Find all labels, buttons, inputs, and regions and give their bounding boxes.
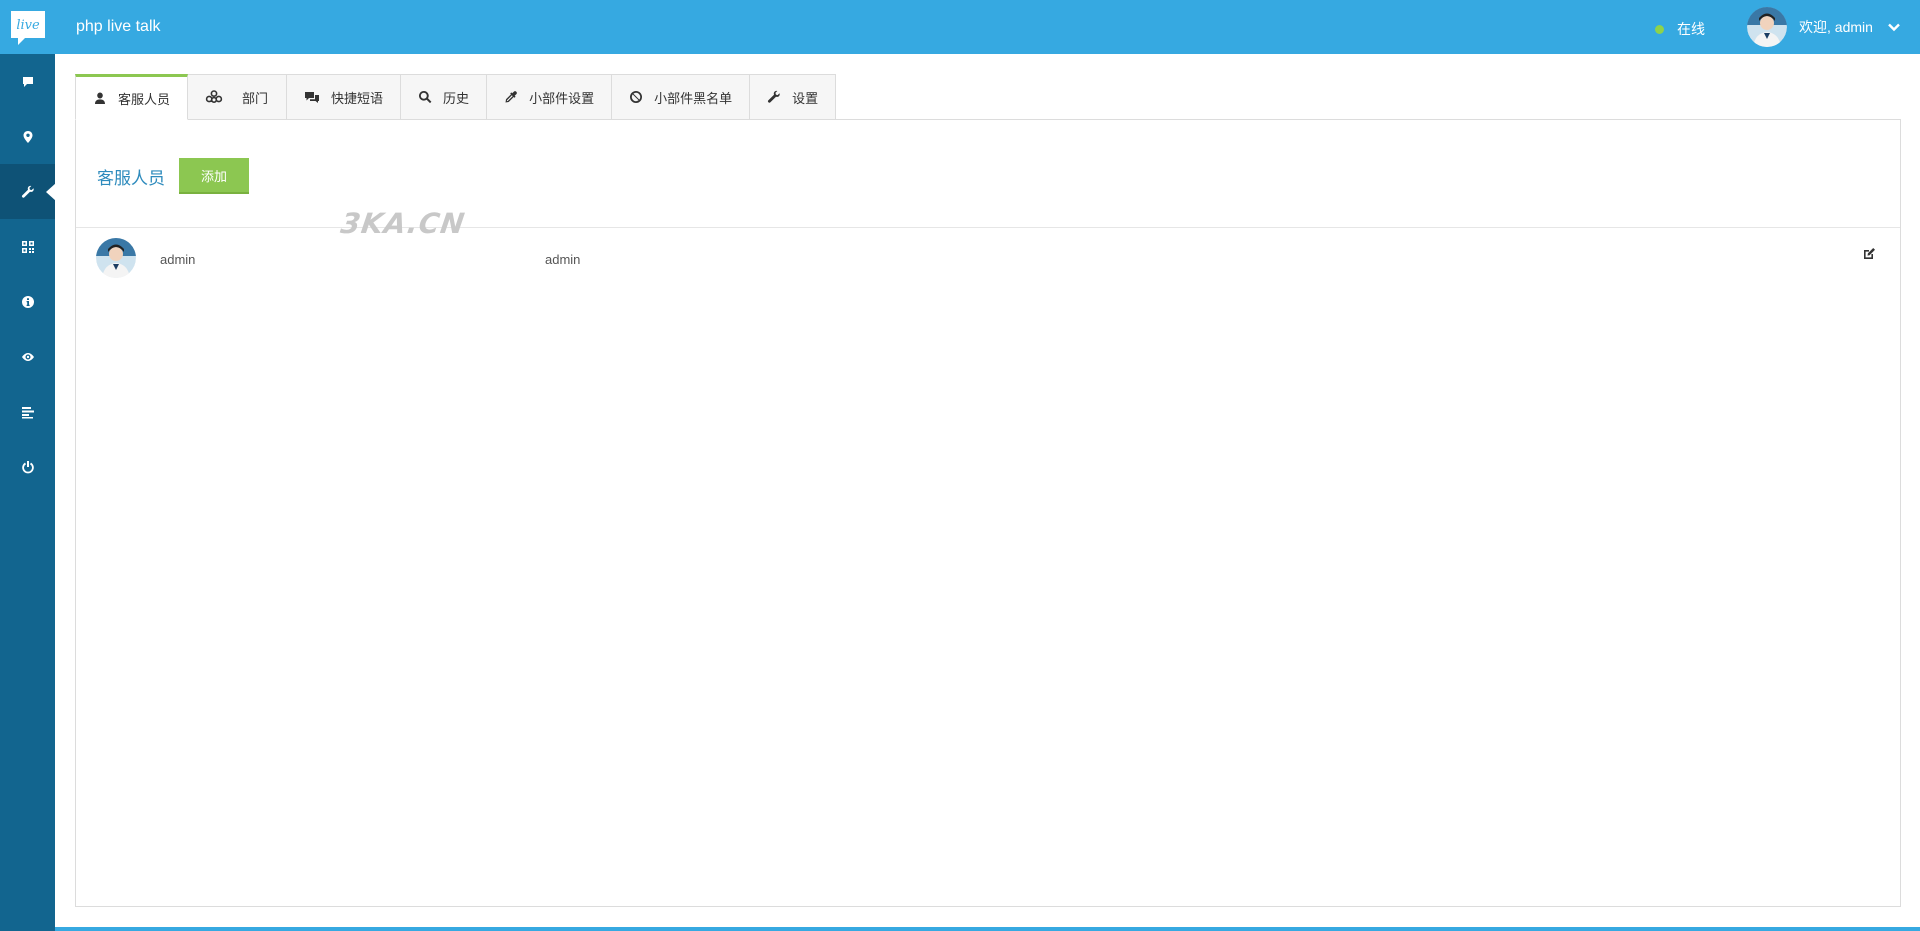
sidebar-item-monitor[interactable] — [0, 329, 55, 384]
comments-icon — [305, 92, 320, 103]
tab-widget-settings[interactable]: 小部件设置 — [486, 74, 613, 120]
tab-label: 客服人员 — [118, 91, 171, 107]
group-icon — [205, 90, 223, 104]
eyedropper-icon — [505, 91, 517, 103]
panel-header: 客服人员 添加 — [97, 158, 249, 194]
status-dot-icon — [1655, 24, 1664, 34]
sidebar-item-settings[interactable] — [0, 164, 56, 219]
sidebar-item-chat[interactable] — [0, 54, 55, 109]
welcome-text: 欢迎, admin — [1799, 19, 1873, 35]
table-row[interactable]: admin admin — [76, 238, 1900, 282]
tab-label: 小部件设置 — [529, 90, 595, 106]
sidebar — [0, 54, 56, 931]
map-marker-icon — [23, 130, 32, 143]
info-icon — [21, 295, 34, 308]
bottom-border — [55, 927, 1920, 931]
sidebar-item-info[interactable] — [0, 274, 55, 329]
user-icon — [95, 92, 105, 104]
search-icon — [419, 90, 432, 104]
online-status[interactable]: 在线 — [1655, 19, 1705, 39]
tab-bar: 客服人员 部门 快捷短语 历史 小部件设置 小部件黑名单 设置 — [75, 74, 837, 120]
sidebar-item-reports[interactable] — [0, 384, 55, 439]
logo[interactable]: live — [9, 8, 47, 46]
top-bar: live php live talk 在线 欢迎, admin — [0, 0, 1920, 54]
tab-label: 小部件黑名单 — [654, 90, 733, 106]
chat-icon — [22, 76, 33, 87]
power-icon — [21, 460, 34, 473]
edit-icon[interactable] — [1862, 247, 1876, 261]
tab-label: 快捷短语 — [331, 90, 384, 106]
tab-settings[interactable]: 设置 — [749, 74, 837, 120]
tab-label: 历史 — [443, 90, 470, 106]
user-menu[interactable]: 欢迎, admin — [1747, 7, 1901, 47]
agent-name: admin — [160, 252, 196, 267]
align-left-icon — [21, 406, 34, 418]
tab-departments[interactable]: 部门 — [187, 74, 288, 120]
app-title: php live talk — [76, 18, 161, 35]
agent-username: admin — [545, 252, 581, 267]
qrcode-icon — [21, 240, 34, 253]
ban-icon — [630, 91, 643, 103]
panel-title: 客服人员 — [97, 168, 165, 188]
avatar — [96, 238, 136, 278]
add-agent-button[interactable]: 添加 — [179, 158, 249, 194]
tab-history[interactable]: 历史 — [400, 74, 488, 120]
eye-icon — [21, 352, 34, 361]
tab-widget-blacklist[interactable]: 小部件黑名单 — [611, 74, 751, 120]
sidebar-item-logout[interactable] — [0, 439, 55, 494]
chevron-down-icon[interactable] — [1887, 20, 1901, 34]
tab-quick-phrases[interactable]: 快捷短语 — [286, 74, 402, 120]
sidebar-item-qrcode[interactable] — [0, 219, 55, 274]
avatar — [1747, 7, 1787, 47]
status-label: 在线 — [1677, 21, 1705, 37]
tab-agents[interactable]: 客服人员 — [75, 74, 189, 120]
watermark: 3KA.CN — [338, 207, 468, 240]
svg-text:live: live — [16, 18, 40, 33]
sidebar-item-map[interactable] — [0, 109, 55, 164]
wrench-icon — [21, 185, 34, 198]
tab-label: 设置 — [792, 90, 819, 106]
wrench-icon — [768, 90, 780, 103]
tab-label: 部门 — [242, 90, 269, 106]
